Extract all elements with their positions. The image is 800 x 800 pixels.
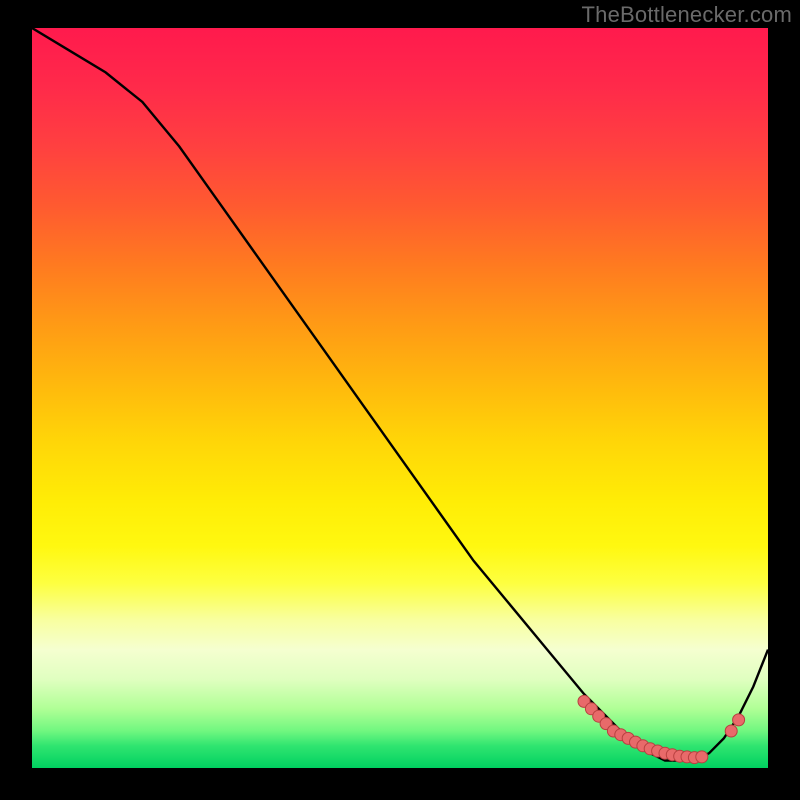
highlight-markers <box>578 695 745 763</box>
curve-layer <box>32 28 768 768</box>
marker-dot <box>733 714 745 726</box>
marker-dot <box>725 725 737 737</box>
bottleneck-curve <box>32 28 768 761</box>
marker-dot <box>696 751 708 763</box>
plot-area <box>32 28 768 768</box>
watermark-text: TheBottlenecker.com <box>582 2 792 28</box>
